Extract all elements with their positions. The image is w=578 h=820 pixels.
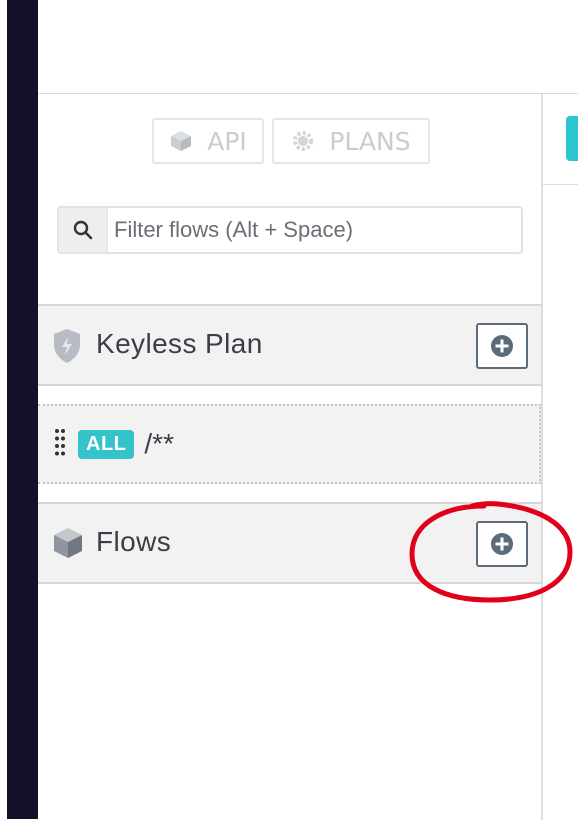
shield-lightning-icon xyxy=(52,328,82,368)
flows-panel: API PLANS Keyless Plan xyxy=(38,93,543,820)
flow-details-pane xyxy=(543,93,578,820)
pane-divider xyxy=(543,184,578,185)
flows-section-header[interactable]: Flows xyxy=(38,502,541,584)
gear-icon xyxy=(293,131,314,151)
left-navigation-rail xyxy=(0,0,38,819)
http-method-badge: ALL xyxy=(78,429,135,459)
plus-circle-icon xyxy=(491,335,513,357)
drag-handle-icon[interactable] xyxy=(54,428,66,460)
api-tab[interactable]: API xyxy=(152,118,264,164)
filter-flows-input[interactable] xyxy=(108,208,521,252)
flows-title: Flows xyxy=(96,526,172,557)
plan-title: Keyless Plan xyxy=(96,328,263,359)
cube-icon xyxy=(171,131,192,151)
plans-tab[interactable]: PLANS xyxy=(272,118,430,164)
plus-circle-icon xyxy=(491,533,513,555)
api-tab-label: API xyxy=(207,126,247,156)
cube-icon xyxy=(52,526,84,564)
search-icon xyxy=(59,208,108,252)
plans-tab-label: PLANS xyxy=(329,126,411,156)
plan-section-header[interactable]: Keyless Plan xyxy=(38,304,541,386)
filter-flows-search xyxy=(57,206,523,254)
add-plan-flow-button[interactable] xyxy=(476,323,528,369)
teal-tab-indicator[interactable] xyxy=(566,116,578,161)
flow-path: /** xyxy=(144,428,174,459)
flow-item[interactable]: ALL /** xyxy=(38,404,541,484)
add-flow-button[interactable] xyxy=(476,521,528,567)
top-bar xyxy=(38,0,578,93)
